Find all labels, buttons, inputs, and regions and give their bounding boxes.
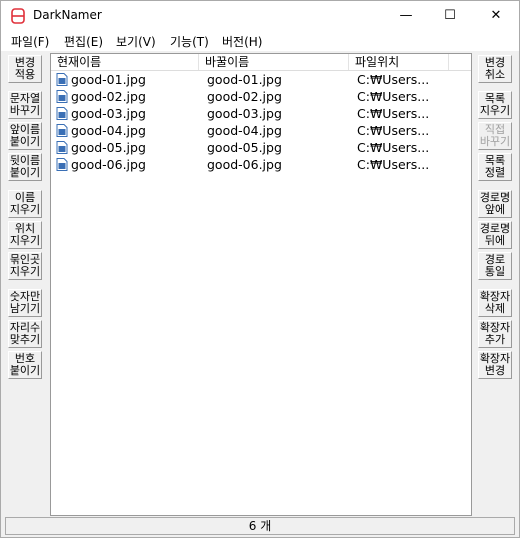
delete-extension-button[interactable]: 확장자 삭제 (478, 289, 512, 317)
table-row[interactable]: good-02.jpg good-02.jpg C:₩Users... (51, 88, 471, 105)
app-window: DarkNamer — ☐ ✕ 파일(F) 편집(E) 보기(V) 기능(T) … (0, 0, 520, 538)
clear-list-button[interactable]: 목록 지우기 (478, 91, 512, 119)
image-file-icon (56, 73, 68, 86)
column-new-name[interactable]: 바꿀이름 (199, 54, 349, 70)
table-row[interactable]: good-04.jpg good-04.jpg C:₩Users... (51, 122, 471, 139)
file-count: 6 개 (248, 519, 272, 533)
current-name-cell: good-01.jpg (71, 72, 146, 87)
table-row[interactable]: good-05.jpg good-05.jpg C:₩Users... (51, 139, 471, 156)
new-name-cell: good-02.jpg (207, 89, 282, 104)
file-location-cell: C:₩Users... (357, 106, 430, 121)
pad-digits-button[interactable]: 자리수 맞추기 (8, 320, 42, 348)
menu-bar: 파일(F) 편집(E) 보기(V) 기능(T) 버전(H) (1, 31, 519, 51)
current-name-cell: good-05.jpg (71, 140, 146, 155)
image-file-icon (56, 124, 68, 137)
add-suffix-button[interactable]: 뒷이름 붙이기 (8, 153, 42, 181)
close-button[interactable]: ✕ (473, 1, 519, 31)
unify-path-button[interactable]: 경로 통일 (478, 252, 512, 280)
current-name-cell: good-03.jpg (71, 106, 146, 121)
new-name-cell: good-04.jpg (207, 123, 282, 138)
apply-changes-button[interactable]: 변경 적용 (8, 55, 42, 83)
file-location-cell: C:₩Users... (357, 157, 430, 172)
list-header: 현재이름 바꿀이름 파일위치 (51, 54, 471, 71)
delete-name-button[interactable]: 이름 지우기 (8, 190, 42, 218)
image-file-icon (56, 141, 68, 154)
path-prefix-button[interactable]: 경로명 앞에 (478, 190, 512, 218)
keep-numbers-button[interactable]: 숫자만 남기기 (8, 289, 42, 317)
table-row[interactable]: good-01.jpg good-01.jpg C:₩Users... (51, 71, 471, 88)
menu-version[interactable]: 버전(H) (222, 33, 262, 50)
add-number-button[interactable]: 번호 붙이기 (8, 351, 42, 379)
file-list[interactable]: 현재이름 바꿀이름 파일위치 good-01.jpg good-01.jpg C… (50, 53, 472, 516)
window-title: DarkNamer (33, 8, 102, 22)
column-file-location[interactable]: 파일위치 (349, 54, 449, 70)
current-name-cell: good-02.jpg (71, 89, 146, 104)
change-extension-button[interactable]: 확장자 변경 (478, 351, 512, 379)
main-area: 변경 적용 문자열 바꾸기 앞이름 붙이기 뒷이름 붙이기 이름 지우기 위치 … (1, 51, 519, 516)
maximize-button[interactable]: ☐ (427, 1, 473, 31)
menu-file[interactable]: 파일(F) (11, 33, 49, 50)
sort-list-button[interactable]: 목록 정렬 (478, 153, 512, 181)
image-file-icon (56, 107, 68, 120)
current-name-cell: good-04.jpg (71, 123, 146, 138)
menu-view[interactable]: 보기(V) (116, 33, 156, 50)
new-name-cell: good-05.jpg (207, 140, 282, 155)
image-file-icon (56, 90, 68, 103)
add-prefix-button[interactable]: 앞이름 붙이기 (8, 122, 42, 150)
file-location-cell: C:₩Users... (357, 72, 430, 87)
file-location-cell: C:₩Users... (357, 123, 430, 138)
table-row[interactable]: good-03.jpg good-03.jpg C:₩Users... (51, 105, 471, 122)
delete-brackets-button[interactable]: 묶인곳 지우기 (8, 252, 42, 280)
new-name-cell: good-01.jpg (207, 72, 282, 87)
left-toolbar: 변경 적용 문자열 바꾸기 앞이름 붙이기 뒷이름 붙이기 이름 지우기 위치 … (5, 51, 45, 516)
minimize-button[interactable]: — (383, 1, 429, 31)
menu-edit[interactable]: 편집(E) (64, 33, 103, 50)
direct-rename-button[interactable]: 직접 바꾸기 (478, 122, 512, 150)
app-logo-icon (11, 8, 25, 24)
undo-changes-button[interactable]: 변경 취소 (478, 55, 512, 83)
file-location-cell: C:₩Users... (357, 89, 430, 104)
right-toolbar: 변경 취소 목록 지우기 직접 바꾸기 목록 정렬 경로명 앞에 경로명 뒤에 … (475, 51, 515, 516)
status-bar: 6 개 (5, 517, 515, 535)
replace-string-button[interactable]: 문자열 바꾸기 (8, 91, 42, 119)
path-suffix-button[interactable]: 경로명 뒤에 (478, 221, 512, 249)
add-extension-button[interactable]: 확장자 추가 (478, 320, 512, 348)
new-name-cell: good-03.jpg (207, 106, 282, 121)
file-location-cell: C:₩Users... (357, 140, 430, 155)
menu-tools[interactable]: 기능(T) (170, 33, 209, 50)
image-file-icon (56, 158, 68, 171)
delete-position-button[interactable]: 위치 지우기 (8, 221, 42, 249)
new-name-cell: good-06.jpg (207, 157, 282, 172)
title-bar[interactable]: DarkNamer — ☐ ✕ (1, 1, 519, 31)
table-row[interactable]: good-06.jpg good-06.jpg C:₩Users... (51, 156, 471, 173)
column-current-name[interactable]: 현재이름 (51, 54, 199, 70)
current-name-cell: good-06.jpg (71, 157, 146, 172)
